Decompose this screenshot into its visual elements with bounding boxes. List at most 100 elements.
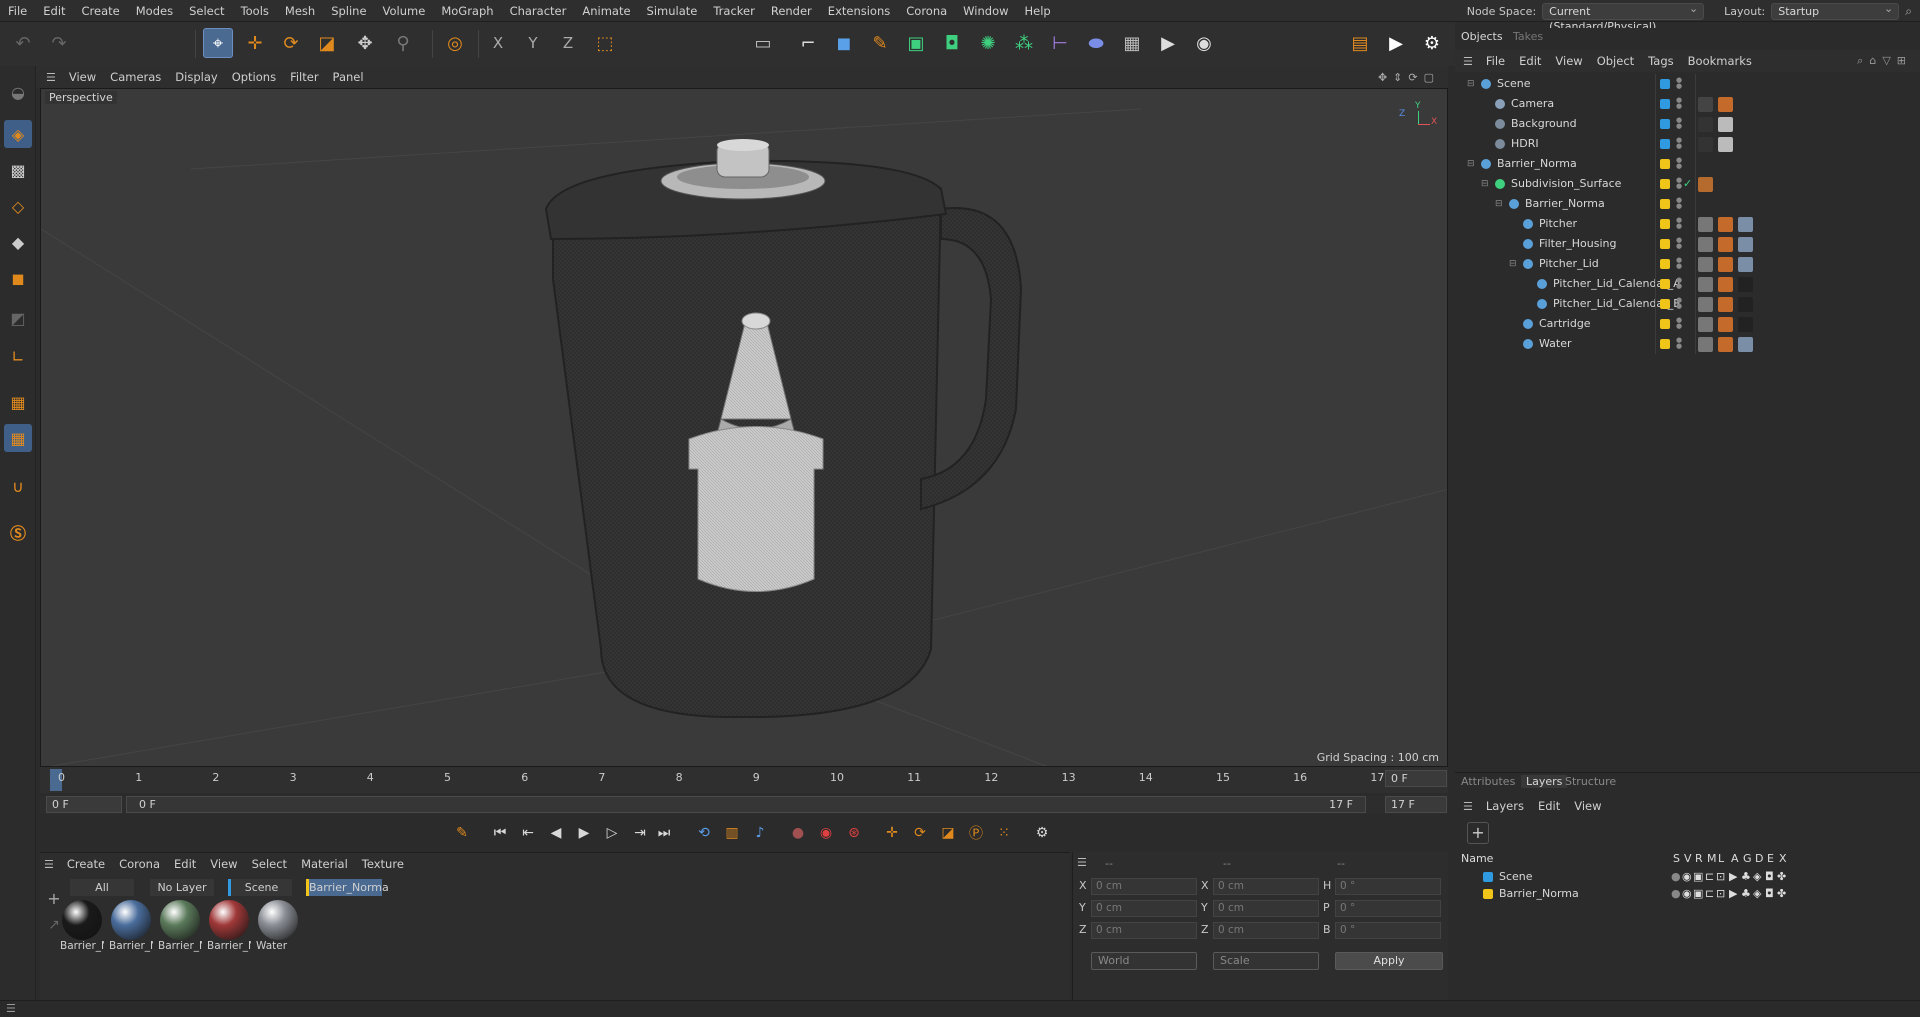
layer-toggle-icon[interactable]: ◉ [1682, 868, 1692, 885]
layer-color-chip[interactable] [1660, 259, 1670, 269]
layer-toggle-icon[interactable]: ◘ [1765, 885, 1774, 902]
material-swatch[interactable]: Barrier_N [207, 900, 251, 952]
tab-structure[interactable]: Structure [1565, 775, 1616, 788]
point-mode-icon[interactable]: ◇ [4, 192, 32, 220]
sound-icon[interactable]: ♪ [748, 820, 772, 846]
object-tag-icon[interactable] [1738, 277, 1753, 292]
menu-simulate[interactable]: Simulate [639, 0, 706, 22]
viewport-menu-view[interactable]: View [62, 70, 103, 84]
object-tag-icon[interactable] [1718, 257, 1733, 272]
expand-toggle-icon[interactable]: ⊟ [1481, 174, 1489, 194]
object-tag-icon[interactable] [1698, 97, 1713, 112]
record-icon[interactable]: ◉ [814, 820, 838, 846]
object-tag-icon[interactable] [1718, 217, 1733, 232]
menu-extensions[interactable]: Extensions [820, 0, 898, 22]
viewport-label[interactable]: Perspective [45, 91, 117, 104]
menu-window[interactable]: Window [955, 0, 1016, 22]
hamburger-icon[interactable]: ☰ [1455, 800, 1479, 813]
layer-color-chip[interactable] [1660, 319, 1670, 329]
prev-frame-icon[interactable]: ◀ [544, 820, 568, 846]
menu-corona[interactable]: Corona [898, 0, 955, 22]
apply-button[interactable]: Apply [1335, 952, 1443, 970]
move-tool-icon[interactable]: ✛ [240, 28, 270, 58]
loop-icon[interactable]: ⟲ [692, 820, 716, 846]
object-tag-icon[interactable] [1698, 257, 1713, 272]
coordinate-system-icon[interactable]: ⬚ [590, 28, 620, 58]
layer-color-chip[interactable] [1660, 339, 1670, 349]
visibility-dots[interactable]: ● ● [1676, 117, 1682, 130]
start-frame-field[interactable]: 0 F [46, 796, 122, 813]
object-tag-icon[interactable] [1718, 97, 1733, 112]
frame-range-slider[interactable]: 0 F 17 F [126, 796, 1366, 813]
autokey-icon[interactable]: ● [786, 820, 810, 846]
visibility-dots[interactable]: ● ● [1676, 277, 1682, 290]
object-row[interactable]: ⊟ Pitcher_Lid ● ● [1455, 254, 1920, 274]
y-axis-lock-icon[interactable]: Y [518, 28, 548, 58]
coord-field[interactable]: 0 cm [1213, 922, 1319, 939]
object-row[interactable]: ⊟ Scene ● ● [1455, 74, 1920, 94]
object-tag-icon[interactable] [1698, 337, 1713, 352]
keyframe-record-icon[interactable]: ✎ [450, 820, 474, 846]
key-param-icon[interactable]: Ⓟ [964, 820, 988, 846]
visibility-dots[interactable]: ● ● [1676, 137, 1682, 150]
menu-select[interactable]: Select [181, 0, 232, 22]
visibility-dots[interactable]: ● ● [1676, 237, 1682, 250]
hamburger-icon[interactable]: ☰ [1077, 856, 1087, 869]
object-tag-icon[interactable] [1698, 317, 1713, 332]
tab-takes[interactable]: Takes [1513, 30, 1543, 43]
tab-objects[interactable]: Objects [1461, 30, 1503, 43]
layer-color-chip[interactable] [1660, 239, 1670, 249]
object-tag-icon[interactable] [1698, 137, 1713, 152]
object-tag-icon[interactable] [1718, 317, 1733, 332]
coord-field[interactable]: 0 cm [1091, 900, 1197, 917]
layer-tab-no-layer[interactable]: No Layer [150, 879, 214, 896]
layer-color-chip[interactable] [1483, 889, 1493, 899]
viewport-menu-options[interactable]: Options [225, 70, 283, 84]
visibility-dots[interactable]: ● ● [1676, 77, 1682, 90]
mat-menu-view[interactable]: View [203, 857, 244, 871]
subdivision-icon[interactable]: ◘ [937, 28, 967, 58]
object-row[interactable]: Pitcher ● ● [1455, 214, 1920, 234]
hamburger-icon[interactable]: ☰ [36, 71, 62, 84]
obj-menu-file[interactable]: File [1479, 54, 1512, 68]
coord-field[interactable]: 0 ° [1335, 878, 1441, 895]
object-row[interactable]: ⊟ Subdivision_Surface ● ● ✓ [1455, 174, 1920, 194]
object-row[interactable]: Background ● ● [1455, 114, 1920, 134]
menu-volume[interactable]: Volume [375, 0, 434, 22]
layer-toggle-icon[interactable]: ✤ [1777, 885, 1786, 902]
layer-toggle-icon[interactable]: ● [1671, 868, 1681, 885]
play-mode-icon[interactable]: ▥ [720, 820, 744, 846]
object-row[interactable]: Cartridge ● ● [1455, 314, 1920, 334]
object-row[interactable]: ⊟ Barrier_Norma ● ● [1455, 194, 1920, 214]
light-icon[interactable]: ◉ [1189, 28, 1219, 58]
layer-toggle-icon[interactable]: ● [1671, 885, 1681, 902]
space-dropdown[interactable]: World [1091, 952, 1197, 970]
object-tag-icon[interactable] [1698, 217, 1713, 232]
expand-toggle-icon[interactable]: ⊟ [1495, 194, 1503, 214]
hamburger-icon[interactable]: ☰ [6, 1002, 16, 1015]
menu-mograph[interactable]: MoGraph [433, 0, 501, 22]
redo-icon[interactable]: ↷ [44, 28, 74, 58]
s-plugin-icon[interactable]: Ⓢ [4, 518, 32, 546]
layer-toggle-icon[interactable]: ♣ [1741, 885, 1751, 902]
layer-toggle-icon[interactable]: ⊏ [1705, 885, 1714, 902]
layers-menu-edit[interactable]: Edit [1531, 799, 1567, 813]
undo-icon[interactable]: ↶ [8, 28, 38, 58]
objects-toolbar-icons[interactable]: ⌕⌂▽⊞ [1857, 54, 1912, 68]
mat-menu-material[interactable]: Material [294, 857, 355, 871]
layer-color-chip[interactable] [1660, 179, 1670, 189]
object-row[interactable]: Camera ● ● [1455, 94, 1920, 114]
menu-animate[interactable]: Animate [574, 0, 638, 22]
obj-menu-bookmarks[interactable]: Bookmarks [1681, 54, 1759, 68]
viewport-menu-panel[interactable]: Panel [326, 70, 371, 84]
layer-color-chip[interactable] [1660, 159, 1670, 169]
object-row[interactable]: ⊟ Barrier_Norma ● ● [1455, 154, 1920, 174]
obj-menu-tags[interactable]: Tags [1641, 54, 1680, 68]
polygon-mode-icon[interactable]: ◼ [4, 264, 32, 292]
go-to-start-icon[interactable]: ⏮ [488, 820, 512, 846]
cloner-icon[interactable]: ✺ [973, 28, 1003, 58]
layers-menu-layers[interactable]: Layers [1479, 799, 1531, 813]
layer-toggle-icon[interactable]: ♣ [1741, 868, 1751, 885]
viewport-menu-filter[interactable]: Filter [283, 70, 325, 84]
object-tag-icon[interactable] [1738, 217, 1753, 232]
